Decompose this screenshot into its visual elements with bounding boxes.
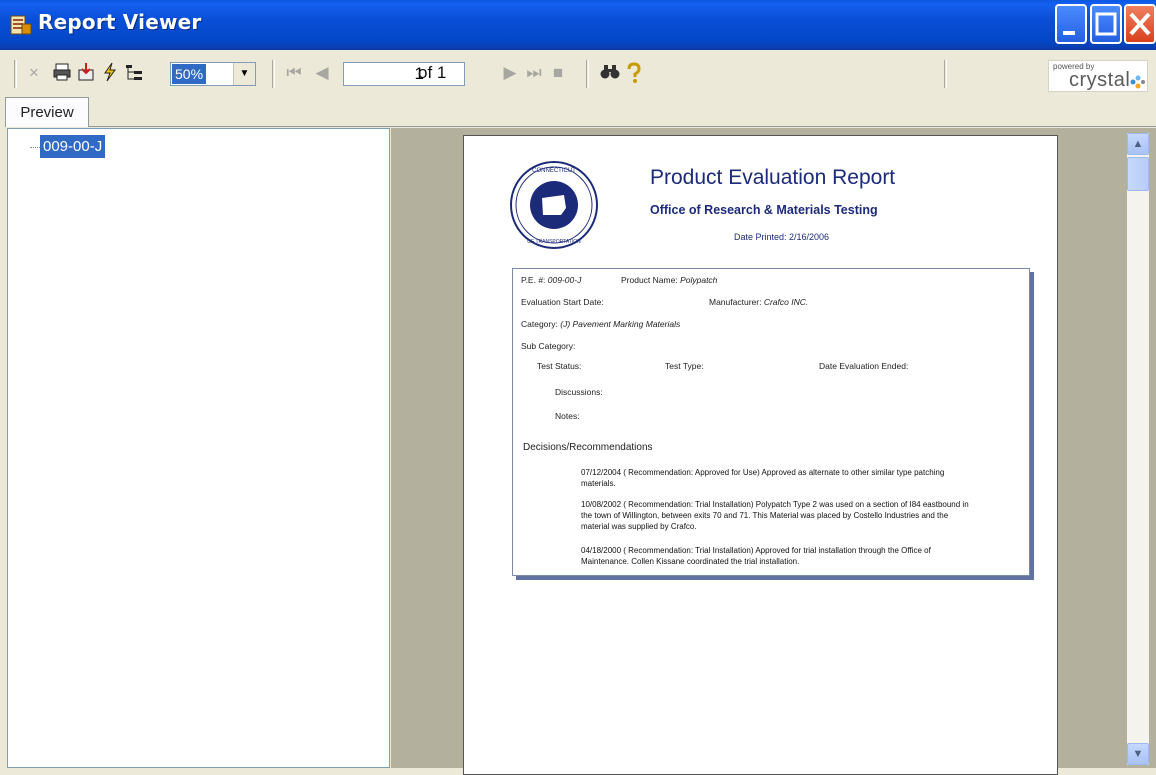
stop-icon: ■: [552, 63, 564, 82]
page-number-input[interactable]: 1: [343, 62, 465, 86]
refresh-icon: [104, 62, 116, 82]
stop-button[interactable]: ■: [548, 62, 568, 84]
refresh-button[interactable]: [100, 62, 120, 84]
group-tree-panel[interactable]: 009-00-J: [7, 128, 390, 768]
print-button[interactable]: [52, 62, 72, 84]
first-page-icon: ⏮: [286, 63, 302, 82]
find-button[interactable]: [600, 62, 620, 84]
report-page: CONNECTICUT OF TRANSPORTATION Product Ev…: [463, 135, 1058, 775]
close-icon: ×: [29, 63, 39, 82]
connecticut-dot-seal: CONNECTICUT OF TRANSPORTATION: [510, 161, 598, 249]
next-page-button[interactable]: ▶: [500, 62, 520, 84]
report-app-icon: [10, 15, 32, 35]
vertical-scrollbar[interactable]: ▲ ▼: [1127, 133, 1149, 765]
report-preview-pane[interactable]: CONNECTICUT OF TRANSPORTATION Product Ev…: [391, 128, 1156, 775]
svg-text:OF TRANSPORTATION: OF TRANSPORTATION: [527, 239, 581, 245]
date-evaluation-ended-label: Date Evaluation Ended:: [819, 361, 909, 371]
test-type-label: Test Type:: [665, 361, 704, 371]
zoom-select[interactable]: 50% ▼: [170, 62, 256, 86]
toggle-group-tree-button[interactable]: [124, 62, 144, 84]
last-page-icon: ⏭: [526, 63, 542, 82]
export-button[interactable]: [76, 62, 96, 84]
zoom-value: 50%: [172, 64, 207, 84]
maximize-icon: [1095, 12, 1117, 36]
chevron-down-icon: ▼: [1132, 748, 1144, 760]
find-icon: [600, 65, 620, 79]
svg-text:CONNECTICUT: CONNECTICUT: [532, 168, 576, 174]
report-subtitle: Office of Research & Materials Testing: [650, 203, 878, 217]
decisions-heading: Decisions/Recommendations: [523, 442, 653, 453]
product-name-field: Product Name: Polypatch: [621, 275, 718, 285]
evaluation-start-label: Evaluation Start Date:: [521, 297, 604, 307]
toolbar-separator: [586, 60, 589, 88]
minimize-icon: [1063, 31, 1075, 35]
tab-divider: [89, 126, 1156, 127]
test-status-label: Test Status:: [537, 361, 582, 371]
crystal-logo-text: crystal: [1069, 69, 1131, 91]
scroll-up-button[interactable]: ▲: [1127, 133, 1149, 155]
toolbar: × 50% ▼ ⏮ ◀ 1 of 1 ▶ ⏭ ■ powered by crys…: [0, 52, 1156, 96]
previous-page-icon: ◀: [315, 63, 329, 82]
tree-connector: [30, 147, 40, 148]
page-count-label: of 1: [418, 63, 447, 82]
crystal-logo-icon: [1130, 75, 1145, 89]
report-date-printed: Date Printed: 2/16/2006: [734, 232, 830, 242]
toolbar-separator: [944, 60, 947, 88]
last-page-button[interactable]: ⏭: [524, 62, 544, 84]
notes-label: Notes:: [555, 411, 580, 421]
toolbar-separator: [272, 60, 275, 88]
maximize-button[interactable]: [1090, 4, 1122, 44]
toolbar-separator: [14, 60, 17, 88]
chevron-up-icon: ▲: [1132, 138, 1144, 150]
scroll-down-button[interactable]: ▼: [1127, 743, 1149, 765]
previous-page-button[interactable]: ◀: [312, 62, 332, 84]
help-icon: [627, 62, 641, 83]
recommendation-item: 04/18/2000 ( Recommendation: Trial Insta…: [581, 546, 931, 566]
category-field: Category: (J) Pavement Marking Materials: [521, 319, 681, 329]
tree-node-selected[interactable]: 009-00-J: [40, 135, 106, 158]
window-title: Report Viewer: [38, 10, 202, 34]
next-page-icon: ▶: [503, 63, 517, 82]
chevron-down-icon[interactable]: ▼: [233, 63, 255, 85]
scroll-thumb[interactable]: [1127, 157, 1149, 191]
title-bar[interactable]: Report Viewer: [0, 0, 1156, 50]
discussions-label: Discussions:: [555, 387, 603, 397]
close-report-button[interactable]: ×: [24, 62, 44, 84]
tab-preview-label: Preview: [20, 104, 74, 121]
sub-category-label: Sub Category:: [521, 341, 576, 351]
report-details-box: P.E. #: 009-00-J Product Name: Polypatch…: [512, 268, 1030, 576]
export-icon: [78, 63, 94, 81]
minimize-button[interactable]: [1055, 4, 1087, 44]
close-icon: [1129, 12, 1151, 36]
help-button[interactable]: [624, 62, 644, 84]
crystal-branding-logo: powered by crystal: [1048, 60, 1148, 92]
report-title: Product Evaluation Report: [650, 166, 896, 189]
first-page-button[interactable]: ⏮: [284, 62, 304, 84]
pe-number-label: P.E. #: 009-00-J: [521, 275, 582, 285]
close-window-button[interactable]: [1124, 4, 1156, 44]
recommendation-item: 07/12/2004 ( Recommendation: Approved fo…: [581, 468, 945, 488]
group-tree-icon: [126, 65, 142, 80]
recommendation-item: 10/08/2002 ( Recommendation: Trial Insta…: [581, 500, 969, 531]
manufacturer-field: Manufacturer: Crafco INC.: [709, 297, 809, 307]
print-icon: [53, 63, 71, 81]
tab-preview[interactable]: Preview: [5, 97, 89, 127]
